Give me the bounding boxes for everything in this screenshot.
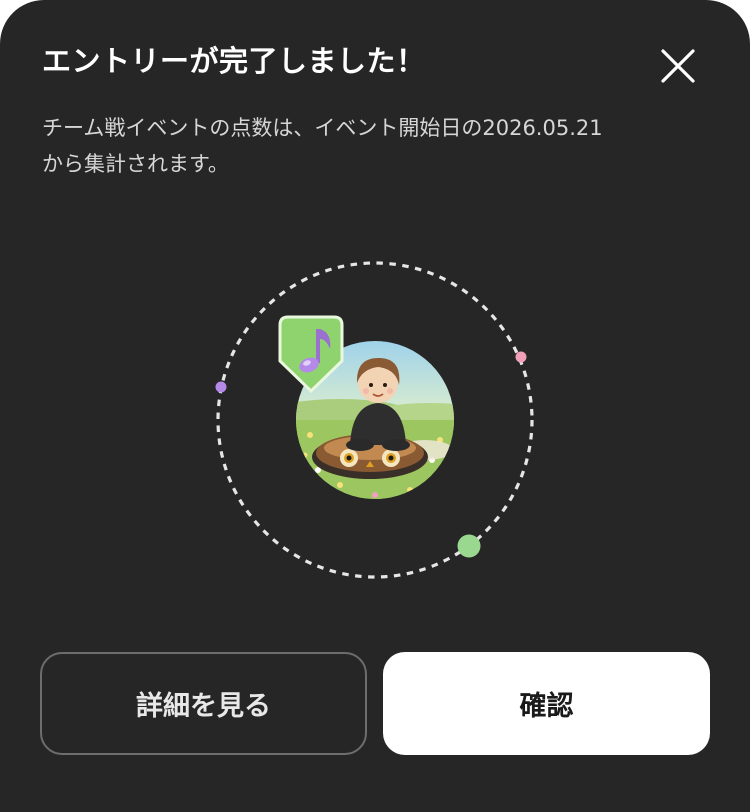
dialog-description: チーム戦イベントの点数は、イベント開始日の2026.05.21 から集計されます… (42, 110, 682, 182)
description-line-1: チーム戦イベントの点数は、イベント開始日の2026.05.21 (42, 116, 603, 140)
orbit-dot-green (457, 534, 481, 558)
confirm-button[interactable]: 確認 (383, 652, 710, 755)
orbit-dot-purple (215, 381, 227, 393)
description-line-2: から集計されます。 (42, 152, 229, 176)
entry-complete-dialog: エントリーが完了しました！ チーム戦イベントの点数は、イベント開始日の2026.… (0, 0, 750, 812)
view-details-label: 詳細を見る (136, 691, 271, 722)
dialog-title: エントリーが完了しました！ (42, 44, 426, 78)
close-button[interactable] (650, 38, 706, 94)
confirm-label: 確認 (519, 691, 574, 722)
orbit-dot-pink (515, 351, 527, 363)
close-icon (661, 49, 695, 83)
orbit-illustration (215, 261, 534, 579)
view-details-button[interactable]: 詳細を見る (40, 652, 367, 755)
